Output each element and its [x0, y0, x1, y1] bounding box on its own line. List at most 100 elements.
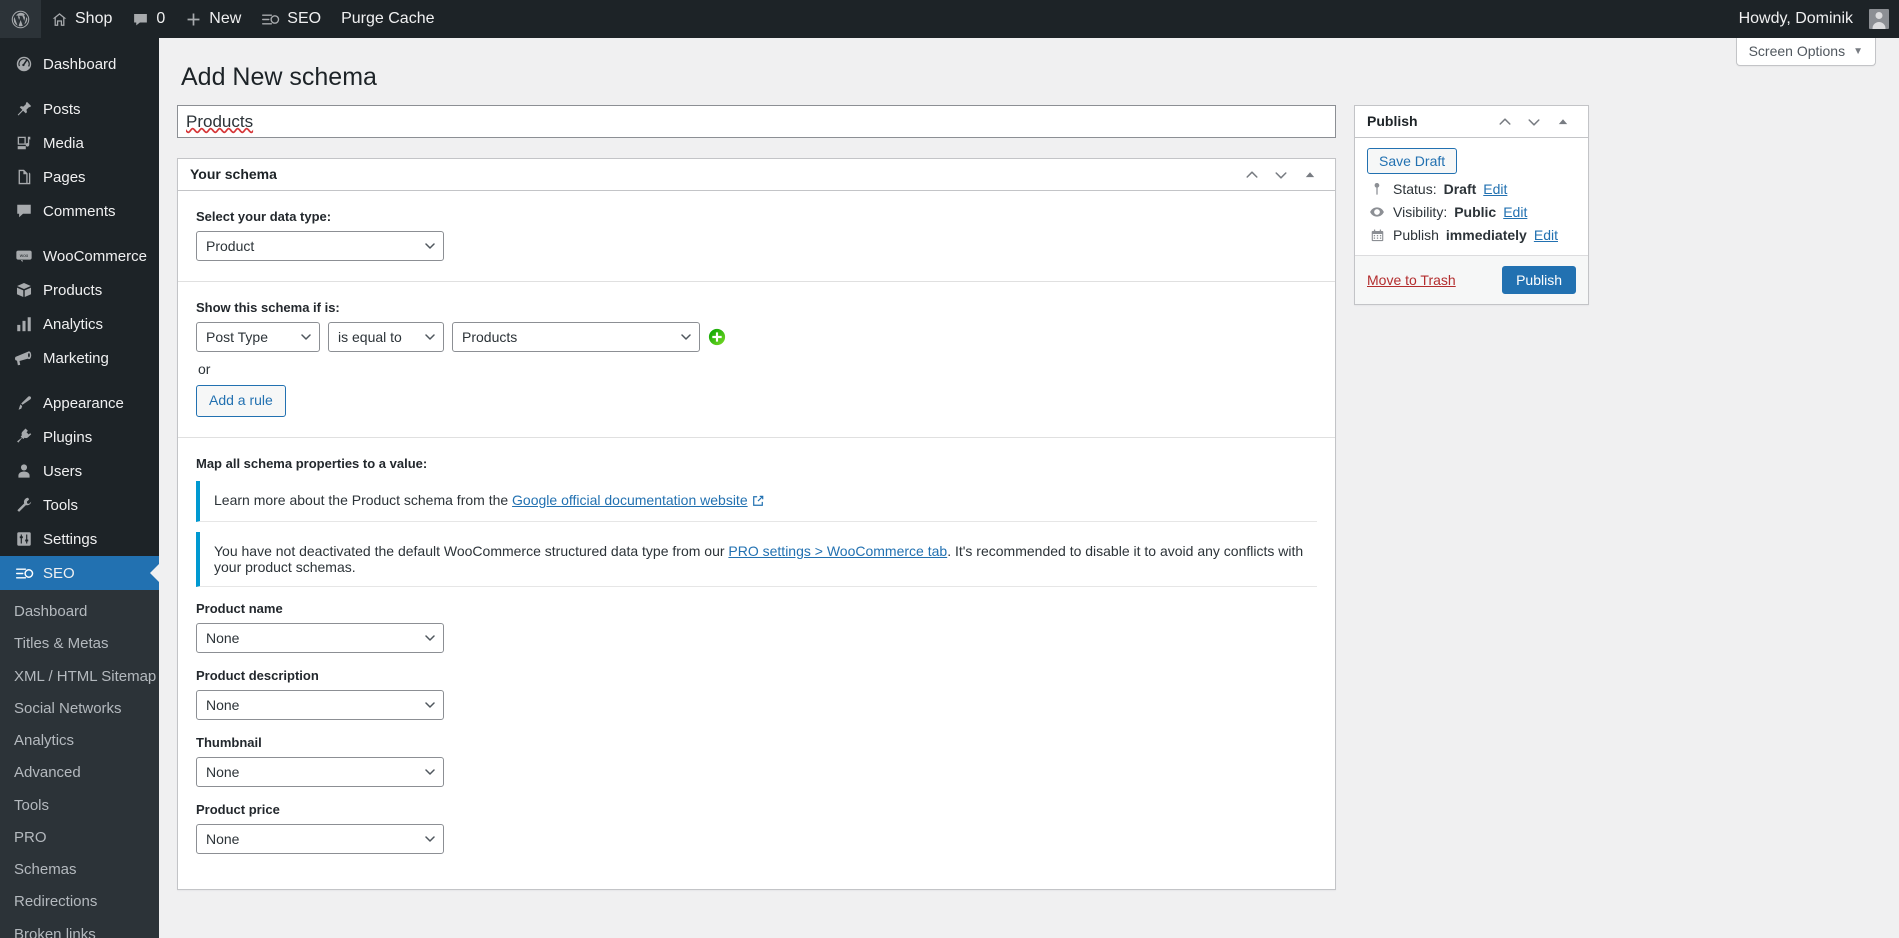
submenu-item-broken-links[interactable]: Broken links: [0, 919, 159, 938]
submenu-item-advanced[interactable]: Advanced: [0, 757, 159, 789]
post-title-field-wrap: Products: [177, 105, 1336, 138]
rule-target-select-wrap: Products: [452, 322, 700, 352]
schedule-value: immediately: [1445, 227, 1527, 243]
pin-icon: [14, 99, 34, 119]
data-type-value: Product: [206, 238, 255, 254]
add-circle-plus-icon[interactable]: [708, 328, 726, 346]
new-content-button[interactable]: New: [175, 0, 251, 38]
my-account-menu[interactable]: Howdy, Dominik: [1729, 0, 1899, 38]
mapped-field: Product price None: [196, 802, 1317, 854]
sidebar-item-plugins[interactable]: Plugins: [0, 420, 159, 454]
submenu-item-xml-html-sitemap[interactable]: XML / HTML Sitemap: [0, 661, 159, 693]
post-title-input[interactable]: Products: [177, 105, 1336, 138]
edit-status-link[interactable]: Edit: [1483, 181, 1507, 197]
publish-panel: Publish Save Draft Status: Draft Edit Vi…: [1354, 105, 1589, 305]
sidebar-item-settings[interactable]: Settings: [0, 522, 159, 556]
pro-settings-woocommerce-link[interactable]: PRO settings > WooCommerce tab: [728, 543, 947, 559]
product-description-select[interactable]: None: [196, 689, 444, 720]
sidebar-item-products[interactable]: Products: [0, 273, 159, 307]
move-to-trash-link[interactable]: Move to Trash: [1367, 272, 1456, 288]
submenu-item-tools[interactable]: Tools: [0, 790, 159, 822]
seo-submenu: Dashboard Titles & Metas XML / HTML Site…: [0, 590, 159, 938]
media-icon: [14, 133, 34, 153]
google-documentation-link[interactable]: Google official documentation website: [512, 492, 748, 508]
post-body-sidebar-column: Publish Save Draft Status: Draft Edit Vi…: [1354, 105, 1589, 305]
submenu-item-titles-metas[interactable]: Titles & Metas: [0, 628, 159, 660]
add-rule-button[interactable]: Add a rule: [196, 385, 286, 417]
purge-cache-button[interactable]: Purge Cache: [331, 0, 444, 38]
move-down-icon[interactable]: [1268, 162, 1294, 188]
sidebar-item-media[interactable]: Media: [0, 126, 159, 160]
minor-publishing-actions: Save Draft Status: Draft Edit Visibility…: [1355, 138, 1588, 255]
sidebar-item-label: Posts: [43, 100, 81, 118]
rule-operator-select[interactable]: is equal to: [328, 322, 444, 352]
sidebar-item-comments[interactable]: Comments: [0, 194, 159, 228]
comment-bubble-icon: [132, 11, 149, 28]
sidebar-item-label: Marketing: [43, 349, 109, 367]
admin-bar: Shop 0 New SEO Purge Cache Howdy, Domini…: [0, 0, 1899, 38]
screen-options-button[interactable]: Screen Options ▼: [1735, 38, 1876, 66]
thumbnail-select[interactable]: None: [196, 756, 444, 787]
sidebar-item-appearance[interactable]: Appearance: [0, 386, 159, 420]
admin-sidebar-menu: Dashboard Posts Media Pages Comments woo…: [0, 38, 159, 938]
map-properties-label: Map all schema properties to a value:: [196, 455, 428, 471]
comments-count-button[interactable]: 0: [122, 0, 175, 38]
mapped-field-select-wrap: None: [196, 823, 444, 854]
adminbar-seo-button[interactable]: SEO: [251, 0, 331, 38]
move-up-icon[interactable]: [1239, 162, 1265, 188]
rule-subject-select-wrap: Post Type: [196, 322, 320, 352]
mapped-field-label: Product price: [196, 801, 280, 817]
site-name-label: Shop: [75, 10, 113, 27]
visibility-value: Public: [1454, 204, 1497, 220]
sidebar-item-posts[interactable]: Posts: [0, 92, 159, 126]
rule-target-value: Products: [462, 329, 518, 345]
schedule-label: Publish: [1393, 227, 1439, 243]
appearance-brush-icon: [14, 393, 34, 413]
sidebar-item-label: Appearance: [43, 394, 124, 412]
toggle-panel-icon[interactable]: [1297, 162, 1323, 188]
menu-separator: [0, 228, 159, 239]
data-type-label: Select your data type:: [196, 209, 332, 224]
submenu-item-pro[interactable]: PRO: [0, 822, 159, 854]
sidebar-item-dashboard[interactable]: Dashboard: [0, 47, 159, 81]
mapped-field-value: None: [206, 763, 240, 780]
submenu-item-analytics[interactable]: Analytics: [0, 725, 159, 757]
move-down-icon[interactable]: [1521, 109, 1547, 135]
product-name-select[interactable]: None: [196, 622, 444, 653]
sidebar-item-marketing[interactable]: Marketing: [0, 341, 159, 375]
edit-schedule-link[interactable]: Edit: [1534, 227, 1558, 243]
save-draft-button[interactable]: Save Draft: [1367, 148, 1458, 174]
submenu-item-dashboard[interactable]: Dashboard: [0, 596, 159, 628]
sidebar-item-users[interactable]: Users: [0, 454, 159, 488]
toggle-panel-icon[interactable]: [1550, 109, 1576, 135]
sidebar-item-label: Pages: [43, 168, 86, 186]
mapped-field-select-wrap: None: [196, 756, 444, 787]
product-price-select[interactable]: None: [196, 823, 444, 854]
wordpress-logo-button[interactable]: [0, 0, 41, 38]
mapped-field-value: None: [206, 629, 240, 646]
analytics-bars-icon: [14, 314, 34, 334]
submenu-item-schemas[interactable]: Schemas: [0, 854, 159, 886]
sidebar-item-pages[interactable]: Pages: [0, 160, 159, 194]
mapped-field-label: Thumbnail: [196, 734, 262, 750]
submenu-item-redirections[interactable]: Redirections: [0, 886, 159, 918]
publish-button[interactable]: Publish: [1502, 266, 1576, 294]
sidebar-item-label: SEO: [43, 564, 75, 582]
data-type-select[interactable]: Product: [196, 231, 444, 261]
chevron-down-icon: ▼: [1853, 45, 1863, 57]
sidebar-item-tools[interactable]: Tools: [0, 488, 159, 522]
post-body-content-column: Products Your schema Select your data ty…: [177, 105, 1336, 890]
site-name-shop-button[interactable]: Shop: [41, 0, 122, 38]
sidebar-item-seo[interactable]: SEO: [0, 556, 159, 590]
rule-subject-select[interactable]: Post Type: [196, 322, 320, 352]
edit-visibility-link[interactable]: Edit: [1503, 204, 1527, 220]
move-up-icon[interactable]: [1492, 109, 1518, 135]
submenu-item-social-networks[interactable]: Social Networks: [0, 693, 159, 725]
sidebar-item-woocommerce[interactable]: woo WooCommerce: [0, 239, 159, 273]
publish-panel-body: Save Draft Status: Draft Edit Visibility…: [1355, 138, 1588, 304]
status-value: Draft: [1443, 181, 1477, 197]
rule-subject-value: Post Type: [206, 329, 269, 345]
rule-target-select[interactable]: Products: [452, 322, 700, 352]
sidebar-item-label: Users: [43, 462, 83, 480]
sidebar-item-analytics[interactable]: Analytics: [0, 307, 159, 341]
